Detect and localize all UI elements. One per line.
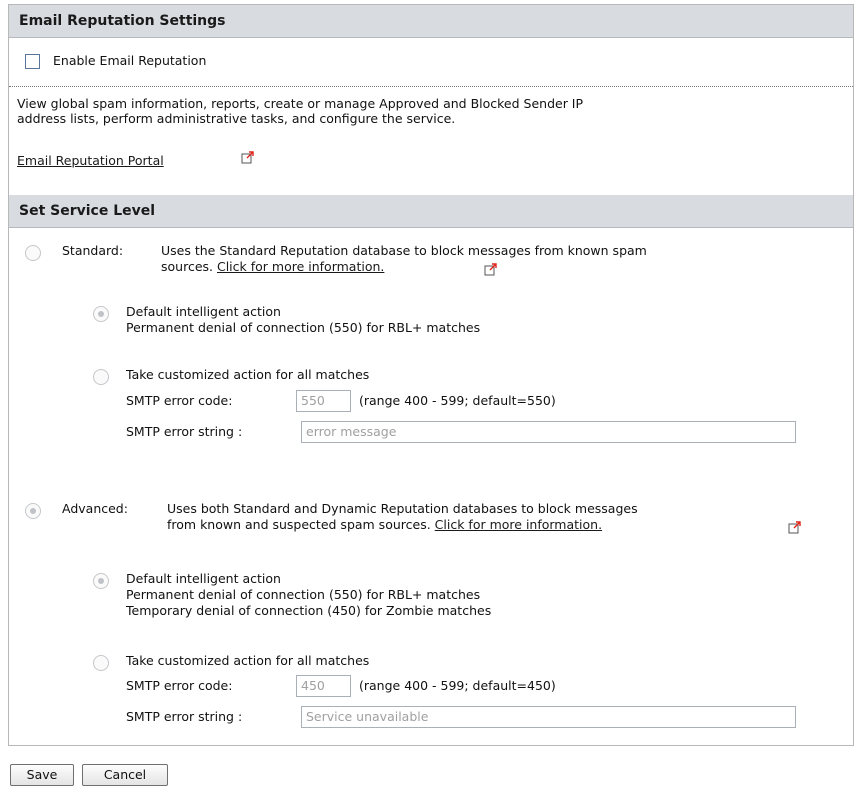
standard-default-action-radio[interactable] <box>93 306 109 322</box>
enable-email-reputation-checkbox[interactable] <box>25 54 40 69</box>
standard-description-line2: sources. Click for more information. <box>161 259 384 274</box>
save-button[interactable]: Save <box>10 764 74 786</box>
standard-smtp-string-input[interactable]: error message <box>301 421 796 443</box>
advanced-custom-action-title[interactable]: Take customized action for all matches <box>126 653 369 668</box>
standard-default-action-detail: Permanent denial of connection (550) for… <box>126 320 481 335</box>
advanced-description-line1: Uses both Standard and Dynamic Reputatio… <box>167 501 638 516</box>
advanced-default-action-detail-1: Permanent denial of connection (550) for… <box>126 587 481 602</box>
standard-smtp-code-label: SMTP error code: <box>126 393 233 408</box>
advanced-default-action-detail-2: Temporary denial of connection (450) for… <box>126 603 492 618</box>
description-text-line1: View global spam information, reports, c… <box>17 96 584 111</box>
service-level-header: Set Service Level <box>9 195 853 228</box>
advanced-default-action-title[interactable]: Default intelligent action <box>126 571 281 586</box>
standard-label[interactable]: Standard: <box>62 243 123 258</box>
divider <box>9 86 853 87</box>
standard-range-note: (range 400 - 599; default=550) <box>359 393 556 408</box>
section-title: Email Reputation Settings <box>19 13 226 29</box>
advanced-more-info-link[interactable]: Click for more information. <box>435 517 602 532</box>
section-title: Set Service Level <box>19 203 156 219</box>
advanced-smtp-code-input[interactable]: 450 <box>296 675 351 697</box>
cancel-button[interactable]: Cancel <box>82 764 168 786</box>
description-text-line2: address lists, perform administrative ta… <box>17 111 456 126</box>
advanced-custom-action-radio[interactable] <box>93 655 109 671</box>
standard-more-info-link[interactable]: Click for more information. <box>217 259 384 274</box>
advanced-smtp-string-input[interactable]: Service unavailable <box>301 706 796 728</box>
standard-description-prefix: sources. <box>161 259 213 274</box>
advanced-smtp-string-label: SMTP error string : <box>126 709 243 724</box>
settings-panel: Email Reputation Settings Enable Email R… <box>8 4 854 746</box>
external-link-icon[interactable] <box>241 150 255 164</box>
advanced-description-prefix: from known and suspected spam sources. <box>167 517 431 532</box>
advanced-description-line2: from known and suspected spam sources. C… <box>167 517 602 532</box>
standard-description-line1: Uses the Standard Reputation database to… <box>161 243 647 258</box>
standard-custom-action-radio[interactable] <box>93 369 109 385</box>
advanced-label[interactable]: Advanced: <box>62 501 128 516</box>
standard-default-action-title[interactable]: Default intelligent action <box>126 304 281 319</box>
external-link-icon[interactable] <box>788 520 802 534</box>
standard-smtp-string-label: SMTP error string : <box>126 424 243 439</box>
standard-custom-action-title[interactable]: Take customized action for all matches <box>126 367 369 382</box>
external-link-icon[interactable] <box>484 262 498 276</box>
advanced-default-action-radio[interactable] <box>93 573 109 589</box>
email-reputation-header: Email Reputation Settings <box>9 5 853 38</box>
standard-smtp-code-input[interactable]: 550 <box>296 390 351 412</box>
advanced-radio[interactable] <box>25 503 41 519</box>
standard-radio[interactable] <box>25 245 41 261</box>
email-reputation-portal-link[interactable]: Email Reputation Portal <box>17 153 164 168</box>
advanced-smtp-code-label: SMTP error code: <box>126 678 233 693</box>
advanced-range-note: (range 400 - 599; default=450) <box>359 678 556 693</box>
enable-email-reputation-label[interactable]: Enable Email Reputation <box>53 53 206 68</box>
